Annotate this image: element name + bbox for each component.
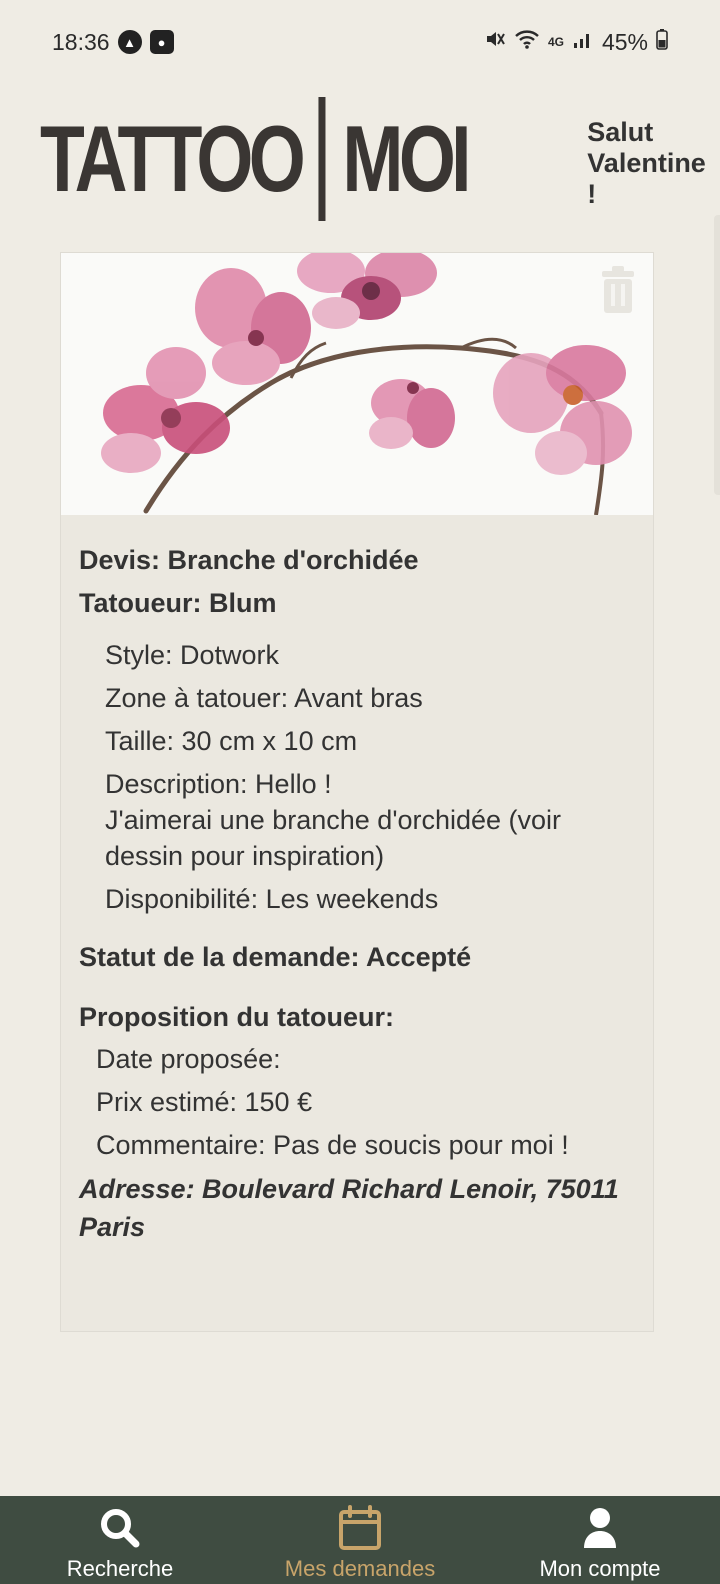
bottom-nav: Recherche Mes demandes Mon compte [0, 1496, 720, 1584]
style-row: Style: Dotwork [105, 640, 280, 670]
scroll-edge [714, 215, 720, 495]
logo-left: TATTOO [40, 106, 306, 211]
prix-row: Prix estimé: 150 € [96, 1087, 313, 1117]
status-left: 18:36 ▲ ● [52, 29, 174, 56]
proposal-title: Proposition du tatoueur: [79, 1002, 394, 1032]
logo-divider [318, 97, 326, 221]
proposal-details: Date proposée: Prix estimé: 150 € Commen… [79, 1041, 635, 1163]
record-icon: ● [149, 30, 174, 54]
status-bar: 18:36 ▲ ● 4G 45% [0, 0, 720, 84]
logo-right: MOI [342, 106, 471, 211]
request-card: Devis: Branche d'orchidée Tatoueur: Blum… [60, 252, 654, 1332]
delete-request-button[interactable] [595, 263, 641, 317]
description-label: Description: Hello ! [105, 769, 332, 799]
address-text: Adresse: Boulevard Richard Lenoir, 75011… [79, 1174, 619, 1242]
nav-mes-demandes-label: Mes demandes [284, 1556, 436, 1581]
greeting-text: Salut Valentine ! [587, 116, 706, 209]
battery-percent: 45% [601, 28, 648, 55]
card-body: Devis: Branche d'orchidée Tatoueur: Blum… [61, 515, 653, 1246]
calendar-icon [338, 1502, 382, 1554]
taille-row: Taille: 30 cm x 10 cm [105, 726, 358, 756]
disponibilite-row: Disponibilité: Les weekends [105, 884, 439, 914]
a-circle-icon: ▲ [117, 30, 142, 54]
zone-row: Zone à tatouer: Avant bras [105, 683, 423, 713]
app-header: TATTOO MOI Salut Valentine ! [40, 94, 706, 224]
date-row: Date proposée: [96, 1044, 281, 1074]
nav-mes-demandes[interactable]: Mes demandes [240, 1496, 480, 1584]
wifi-icon [514, 28, 540, 56]
nav-recherche[interactable]: Recherche [0, 1496, 240, 1584]
description-row: Description: Hello ! J'aimerai une branc… [105, 766, 635, 874]
app-logo[interactable]: TATTOO MOI [40, 96, 472, 222]
nav-mon-compte[interactable]: Mon compte [480, 1496, 720, 1584]
status-right: 4G 45% [484, 28, 668, 56]
commentaire-row: Commentaire: Pas de soucis pour moi ! [96, 1130, 569, 1160]
user-icon [580, 1502, 620, 1554]
request-details: Style: Dotwork Zone à tatouer: Avant bra… [79, 637, 635, 917]
devis-title: Devis: Branche d'orchidée [79, 545, 419, 575]
request-status: Statut de la demande: Accepté [79, 942, 472, 972]
tatoueur-name: Tatoueur: Blum [79, 588, 277, 618]
search-icon [98, 1502, 142, 1554]
battery-icon [656, 28, 668, 56]
trash-icon [602, 266, 634, 313]
status-time: 18:36 [52, 28, 110, 55]
description-text: J'aimerai une branche d'orchidée (voir d… [105, 805, 562, 871]
network-type: 4G [547, 34, 564, 49]
nav-recherche-label: Recherche [66, 1556, 174, 1581]
tattoo-image [61, 253, 653, 515]
orchid-illustration [101, 253, 632, 515]
signal-icon [572, 28, 594, 56]
nav-mon-compte-label: Mon compte [539, 1556, 661, 1581]
mute-icon [484, 28, 506, 56]
